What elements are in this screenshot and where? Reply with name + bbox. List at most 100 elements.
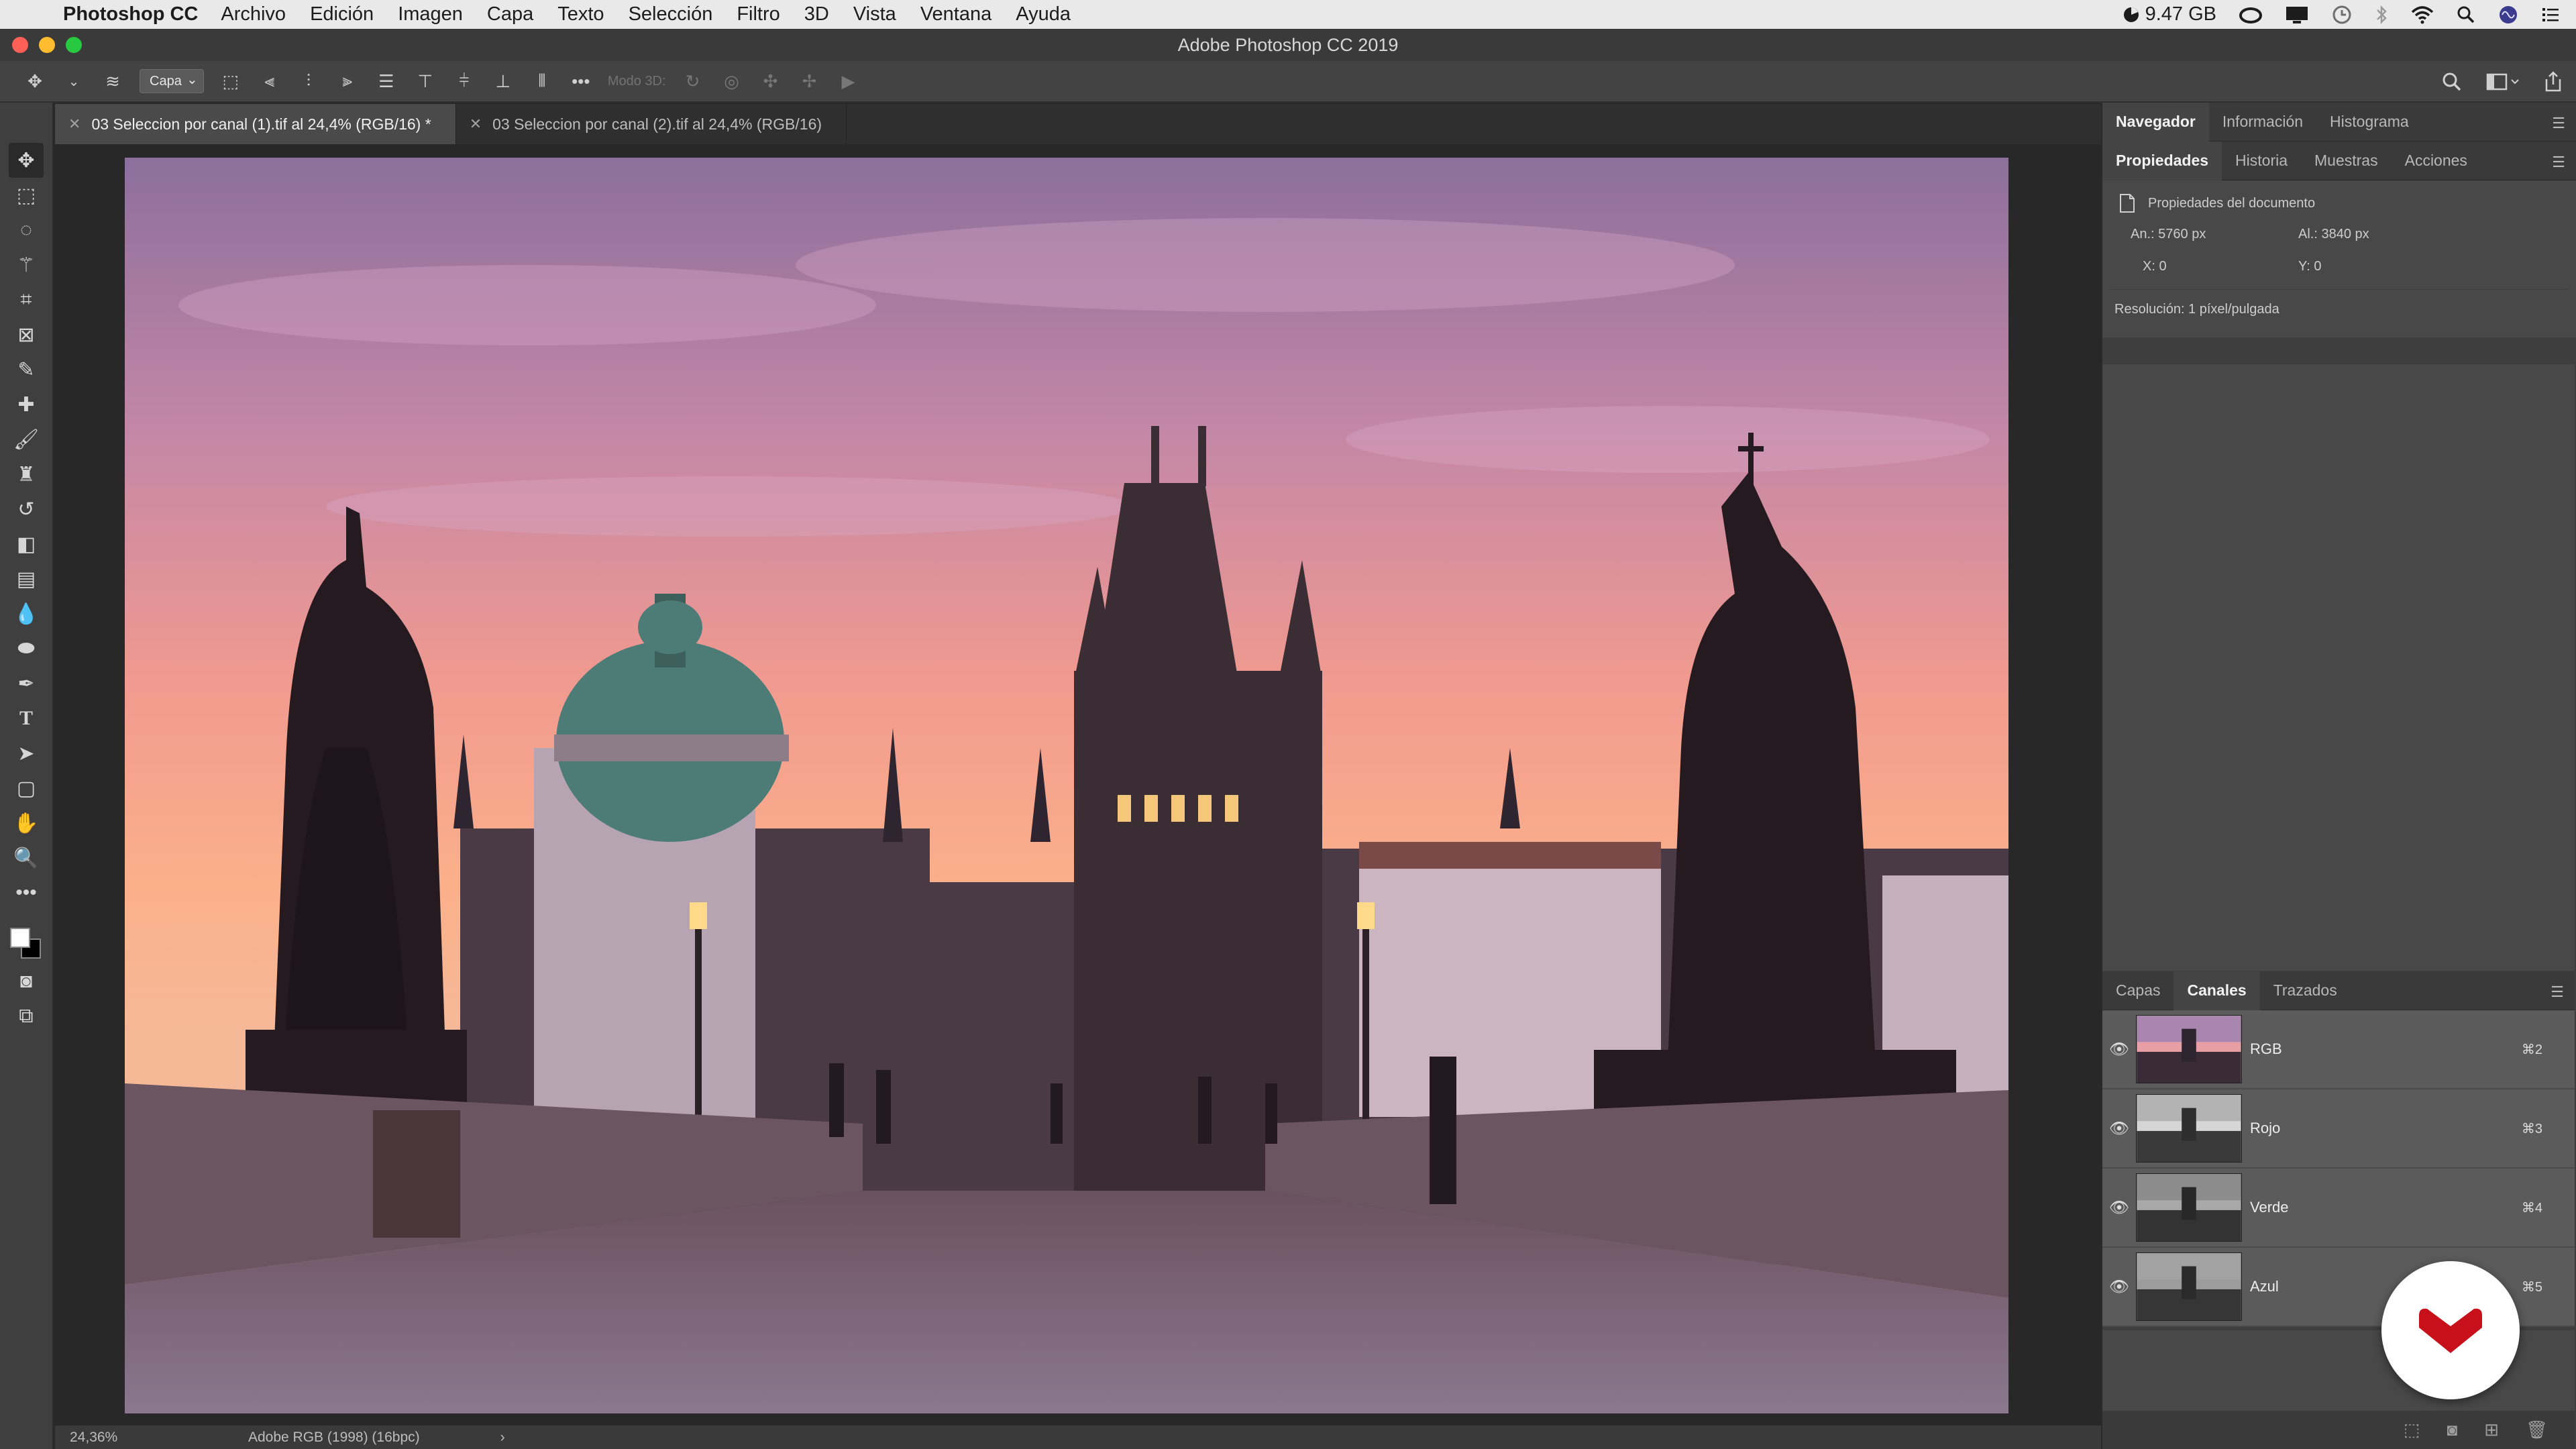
- foreground-color-swatch[interactable]: [10, 928, 30, 948]
- brush-tool-icon[interactable]: 🖌: [9, 422, 44, 457]
- pen-tool-icon[interactable]: ✒: [9, 666, 44, 701]
- document-image[interactable]: [125, 158, 2008, 1413]
- tab-capas[interactable]: Capas: [2102, 971, 2174, 1010]
- menu-ayuda[interactable]: Ayuda: [1016, 3, 1071, 25]
- zoom-window-button[interactable]: [66, 37, 82, 53]
- save-selection-channel-icon[interactable]: ◙: [2447, 1419, 2457, 1440]
- visibility-eye-icon[interactable]: 👁: [2102, 1119, 2136, 1138]
- menu-ventana[interactable]: Ventana: [920, 3, 991, 25]
- panel-menu-icon[interactable]: ☰: [2551, 983, 2564, 1001]
- clone-stamp-tool-icon[interactable]: ♜: [9, 457, 44, 492]
- history-brush-tool-icon[interactable]: ↺: [9, 492, 44, 527]
- auto-select-target-dropdown[interactable]: Capa: [140, 69, 204, 93]
- visibility-eye-icon[interactable]: 👁: [2102, 1277, 2136, 1297]
- tab-informacion[interactable]: Información: [2209, 103, 2316, 142]
- tab-acciones[interactable]: Acciones: [2392, 142, 2481, 180]
- frame-tool-icon[interactable]: ⊠: [9, 317, 44, 352]
- bluetooth-icon[interactable]: [2375, 5, 2388, 25]
- menu-archivo[interactable]: Archivo: [221, 3, 286, 25]
- siri-icon[interactable]: [2498, 5, 2518, 25]
- menu-seleccion[interactable]: Selección: [629, 3, 713, 25]
- app-menu[interactable]: Photoshop CC: [63, 3, 198, 25]
- align-middle-v-icon[interactable]: ⫩: [452, 69, 476, 93]
- menu-texto[interactable]: Texto: [557, 3, 604, 25]
- channel-row-rojo[interactable]: 👁 Rojo ⌘3: [2102, 1089, 2575, 1169]
- screen-mode-icon[interactable]: ⧉: [9, 999, 44, 1034]
- roll-3d-icon[interactable]: ◎: [720, 69, 744, 93]
- edit-toolbar-icon[interactable]: •••: [9, 875, 44, 910]
- tab-canales[interactable]: Canales: [2174, 971, 2260, 1010]
- menu-edicion[interactable]: Edición: [310, 3, 374, 25]
- move-tool-preset-icon[interactable]: ✥: [23, 69, 47, 93]
- hand-tool-icon[interactable]: ✋: [9, 806, 44, 841]
- y-value[interactable]: 0: [2314, 259, 2321, 274]
- move-tool-icon[interactable]: ✥: [9, 143, 44, 178]
- panel-menu-icon[interactable]: ☰: [2552, 154, 2565, 171]
- healing-brush-tool-icon[interactable]: ✚: [9, 387, 44, 422]
- menu-vista[interactable]: Vista: [853, 3, 896, 25]
- display-icon[interactable]: [2285, 5, 2309, 24]
- align-left-icon[interactable]: ⫷: [258, 69, 282, 93]
- zoom-level[interactable]: 24,36%: [55, 1430, 162, 1446]
- x-value[interactable]: 0: [2159, 259, 2166, 274]
- distribute-v-icon[interactable]: ⦀: [530, 69, 554, 93]
- layers-stack-icon[interactable]: ≋: [101, 69, 125, 93]
- auto-select-icon[interactable]: ⌄: [62, 69, 86, 93]
- distribute-icon[interactable]: ☰: [374, 69, 398, 93]
- align-top-icon[interactable]: ⊤: [413, 69, 437, 93]
- shape-tool-icon[interactable]: ▢: [9, 771, 44, 806]
- crop-tool-icon[interactable]: ⌗: [9, 282, 44, 317]
- scale-3d-icon[interactable]: ▶: [837, 69, 861, 93]
- visibility-eye-icon[interactable]: 👁: [2102, 1040, 2136, 1059]
- channel-row-rgb[interactable]: 👁 RGB ⌘2: [2102, 1010, 2575, 1089]
- menu-capa[interactable]: Capa: [487, 3, 533, 25]
- tab-histograma[interactable]: Histograma: [2316, 103, 2422, 142]
- document-tab-1[interactable]: ✕ 03 Seleccion por canal (1).tif al 24,4…: [55, 104, 456, 144]
- orbit-3d-icon[interactable]: ↻: [681, 69, 705, 93]
- magic-wand-tool-icon[interactable]: ⚚: [9, 248, 44, 282]
- canvas-area[interactable]: [55, 144, 2101, 1426]
- gradient-tool-icon[interactable]: ▤: [9, 561, 44, 596]
- channel-row-verde[interactable]: 👁 Verde ⌘4: [2102, 1169, 2575, 1248]
- time-machine-icon[interactable]: [2332, 5, 2352, 25]
- height-value[interactable]: 3840 px: [2321, 227, 2369, 241]
- dodge-tool-icon[interactable]: ⬬: [9, 631, 44, 666]
- creative-cloud-icon[interactable]: [2239, 6, 2262, 23]
- eraser-tool-icon[interactable]: ◧: [9, 527, 44, 561]
- notification-center-icon[interactable]: [2541, 6, 2560, 23]
- type-tool-icon[interactable]: T: [9, 701, 44, 736]
- slide-3d-icon[interactable]: ✢: [798, 69, 822, 93]
- close-tab-icon[interactable]: ✕: [470, 115, 482, 133]
- quick-mask-icon[interactable]: ◙: [9, 964, 44, 999]
- spotlight-search-icon[interactable]: [2457, 5, 2475, 24]
- panel-menu-icon[interactable]: ☰: [2552, 115, 2565, 132]
- blur-tool-icon[interactable]: 💧: [9, 596, 44, 631]
- tab-historia[interactable]: Historia: [2222, 142, 2301, 180]
- menu-imagen[interactable]: Imagen: [398, 3, 463, 25]
- close-window-button[interactable]: [12, 37, 28, 53]
- tab-navegador[interactable]: Navegador: [2102, 102, 2209, 142]
- workspace-icon[interactable]: [2486, 72, 2520, 91]
- status-menu-arrow[interactable]: ›: [500, 1430, 505, 1446]
- width-value[interactable]: 5760 px: [2158, 227, 2206, 241]
- tab-muestras[interactable]: Muestras: [2301, 142, 2392, 180]
- tab-trazados[interactable]: Trazados: [2260, 971, 2351, 1010]
- drag-3d-icon[interactable]: ✣: [759, 69, 783, 93]
- align-center-h-icon[interactable]: ⫶: [297, 69, 321, 93]
- zoom-tool-icon[interactable]: 🔍: [9, 841, 44, 875]
- document-tab-2[interactable]: ✕ 03 Seleccion por canal (2).tif al 24,4…: [456, 104, 847, 144]
- menu-filtro[interactable]: Filtro: [737, 3, 780, 25]
- tab-propiedades[interactable]: Propiedades: [2102, 141, 2222, 180]
- new-channel-icon[interactable]: ⊞: [2484, 1419, 2499, 1440]
- load-channel-selection-icon[interactable]: ⬚: [2404, 1419, 2420, 1440]
- path-selection-tool-icon[interactable]: ➤: [9, 736, 44, 771]
- more-options-icon[interactable]: •••: [569, 69, 593, 93]
- marquee-tool-icon[interactable]: ⬚: [9, 178, 44, 213]
- search-icon[interactable]: [2442, 72, 2462, 92]
- lasso-tool-icon[interactable]: ◌: [9, 213, 44, 248]
- color-swatches[interactable]: [6, 917, 46, 964]
- share-icon[interactable]: [2544, 71, 2563, 93]
- visibility-eye-icon[interactable]: 👁: [2102, 1198, 2136, 1218]
- transform-controls-icon[interactable]: ⬚: [219, 69, 243, 93]
- align-bottom-icon[interactable]: ⊥: [491, 69, 515, 93]
